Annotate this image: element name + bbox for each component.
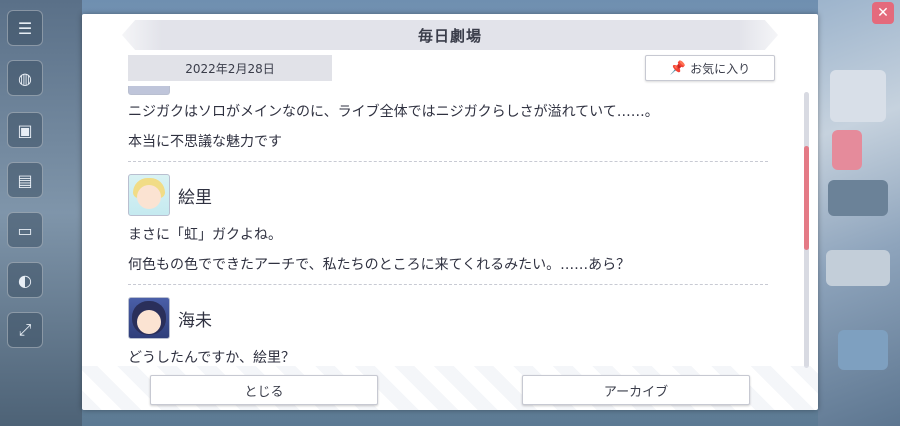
speaker-header: 絵里 [128,172,778,218]
avatar [128,86,170,95]
speaker-name: 海未 [178,310,212,331]
avatar-umi [128,297,170,339]
gift-icon: ▣ [7,112,43,148]
message-line: 何色もの色でできたアーチで、私たちのところに来てくれるみたい。……あら？ [128,257,631,273]
avatar-eli [128,174,170,216]
background-tile [828,180,888,216]
background-tile [838,330,888,370]
message-line: ニジガクはソロがメインなのに、ライブ全体ではニジガクらしさが溢れていて……。 [128,104,659,120]
menu-icon: ☰ [7,10,43,46]
date-label: 2022年2月28日 [128,55,332,81]
message-divider [128,161,768,162]
speaker-name: 絵里 [178,187,212,208]
chat-icon: ◍ [7,60,43,96]
scrollbar-thumb[interactable] [804,146,809,250]
background-right-panel [818,0,900,426]
background-left-panel: ☰ ◍ ▣ ▤ ▭ ◐ ⤢ [0,0,82,426]
scrollbar[interactable] [804,92,809,368]
favorite-label: お気に入り [690,61,751,76]
background-tile [830,70,886,122]
archive-button[interactable]: アーカイブ [522,375,750,405]
background-tile [826,250,890,286]
present-icon: ▤ [7,162,43,198]
conversation-scroll-area[interactable]: ニジガクはソロがメインなのに、ライブ全体ではニジガクらしさが溢れていて……。 本… [128,86,778,370]
daily-theater-dialog: 毎日劇場 2022年2月28日 📌 お気に入り ニジガクはソロがメインなのに、ラ… [82,14,818,410]
pin-icon: 📌 [669,60,687,76]
message-line: 本当に不思議な魅力です [128,134,282,150]
expand-icon: ⤢ [7,312,43,348]
message-divider [128,284,768,285]
message-line: まさに「虹」ガクよね。 [128,227,282,243]
close-button[interactable]: とじる [150,375,378,405]
dialog-title: 毎日劇場 [122,20,778,50]
screen-icon: ▭ [7,212,43,248]
background-close-icon: ✕ [872,2,894,24]
speaker-header: 海未 [128,295,778,341]
shop-icon: ◐ [7,262,43,298]
background-tile [832,130,862,170]
favorite-button[interactable]: 📌 お気に入り [645,55,775,81]
